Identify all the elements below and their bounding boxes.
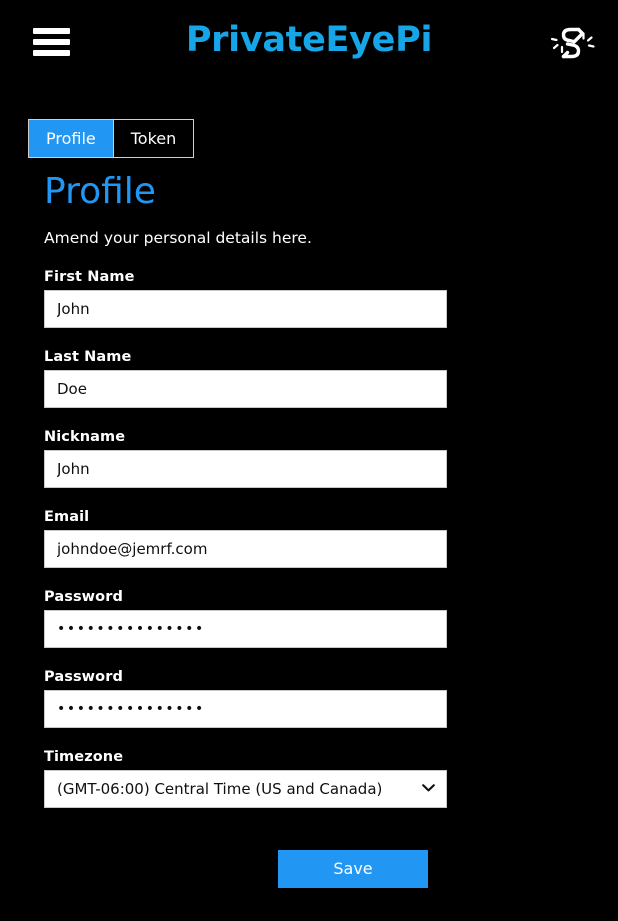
label-email: Email xyxy=(44,509,90,525)
last-name-input[interactable] xyxy=(44,370,447,408)
timezone-select[interactable]: (GMT-06:00) Central Time (US and Canada) xyxy=(44,770,447,808)
main-content: Profile Amend your personal details here… xyxy=(0,168,618,888)
field-nickname: Nickname xyxy=(44,428,618,488)
field-password-confirm: Password xyxy=(44,668,618,728)
nickname-input[interactable] xyxy=(44,450,447,488)
tab-profile[interactable]: Profile xyxy=(29,120,114,157)
tab-bar: Profile Token xyxy=(28,119,195,158)
tab-token[interactable]: Token xyxy=(113,120,194,157)
label-nickname: Nickname xyxy=(44,429,126,445)
password-input[interactable] xyxy=(44,610,447,648)
page-description: Amend your personal details here. xyxy=(44,229,312,247)
broken-link-icon[interactable] xyxy=(548,18,598,68)
field-timezone: Timezone (GMT-06:00) Central Time (US an… xyxy=(44,748,618,808)
label-password-confirm: Password xyxy=(44,669,123,685)
label-last-name: Last Name xyxy=(44,349,132,365)
label-first-name: First Name xyxy=(44,269,135,285)
password-confirm-input[interactable] xyxy=(44,690,447,728)
save-button[interactable]: Save xyxy=(278,850,428,888)
page-title: Profile xyxy=(44,171,156,212)
brand-title[interactable]: PrivateEyePi xyxy=(0,20,618,60)
field-email: Email xyxy=(44,508,618,568)
first-name-input[interactable] xyxy=(44,290,447,328)
label-timezone: Timezone xyxy=(44,749,124,765)
label-password: Password xyxy=(44,589,123,605)
field-last-name: Last Name xyxy=(44,348,618,408)
save-row: Save xyxy=(44,808,618,888)
email-input[interactable] xyxy=(44,530,447,568)
profile-form: First Name Last Name Nickname Email Pass… xyxy=(0,248,618,888)
top-navbar: PrivateEyePi xyxy=(0,0,618,90)
field-password: Password xyxy=(44,588,618,648)
field-first-name: First Name xyxy=(44,268,618,328)
timezone-select-wrapper: (GMT-06:00) Central Time (US and Canada) xyxy=(44,770,447,808)
